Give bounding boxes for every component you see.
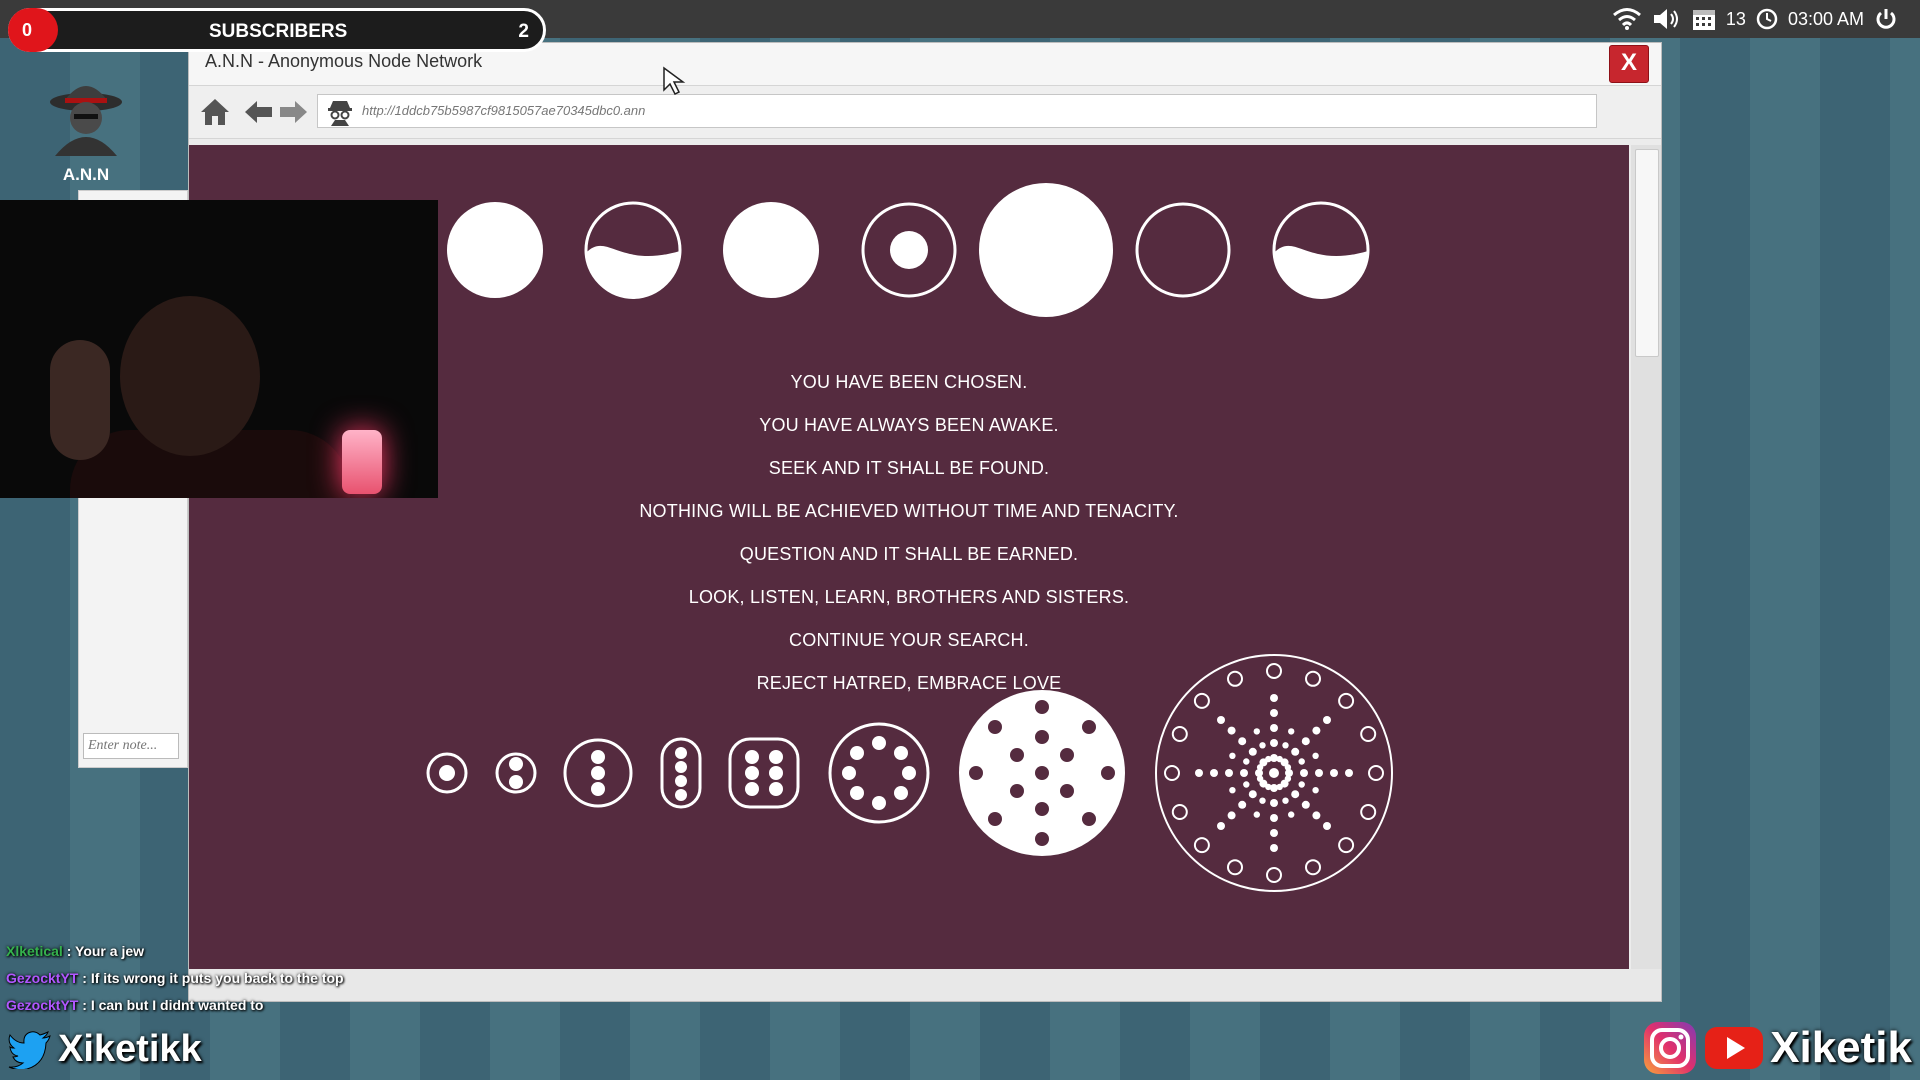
spy-icon	[328, 101, 352, 126]
dot-symbol-5	[728, 737, 800, 809]
hacker-avatar-icon	[50, 86, 122, 156]
chat-text: Your a jew	[75, 943, 145, 959]
message-line: QUESTION AND IT SHALL BE EARNED.	[739, 544, 1079, 564]
home-icon[interactable]	[199, 96, 231, 128]
dot-symbol-1	[426, 752, 468, 794]
window-title: A.N.N - Anonymous Node Network	[205, 51, 483, 71]
message-line: NOTHING WILL BE ACHIEVED WITHOUT TIME AN…	[639, 501, 1179, 521]
youtube-icon	[1705, 1027, 1764, 1069]
chat-username: Xlketical	[6, 943, 63, 959]
time-label[interactable]: 03:00 AM	[1788, 9, 1864, 30]
message-line: CONTINUE YOUR SEARCH.	[789, 630, 1029, 650]
social-handles-right: Xiketik	[1642, 1020, 1912, 1076]
close-button[interactable]: X	[1609, 45, 1649, 83]
subscriber-goal: 2	[518, 21, 529, 42]
browser-status-strip	[189, 969, 1661, 1001]
mouse-cursor-icon	[663, 66, 686, 96]
empty-ring-circle	[1135, 202, 1231, 298]
chat-username: GezocktYT	[6, 970, 79, 986]
forward-arrow-icon[interactable]	[277, 96, 309, 128]
app-label: A.N.N	[62, 165, 110, 184]
dot-symbol-6	[828, 722, 930, 824]
volume-icon[interactable]	[1652, 7, 1682, 31]
subscriber-count-badge: 0	[8, 8, 58, 52]
webcam-overlay	[0, 200, 438, 498]
ring-dot-circle	[861, 202, 957, 298]
subscriber-counter: 0 SUBSCRIBERS 2	[8, 8, 546, 52]
system-tray: 13 03:00 AM	[1612, 4, 1898, 34]
wifi-icon[interactable]	[1612, 7, 1642, 31]
twitter-handle: Xiketikk	[8, 1028, 202, 1071]
chat-message: Xlketical : Your a jew	[6, 943, 145, 959]
wave-circle-2	[1272, 201, 1370, 300]
clock-icon	[1756, 8, 1778, 30]
chat-text: If its wrong it puts you back to the top	[90, 970, 344, 986]
stream-chat: Xlketical : Your a jew GezocktYT : If it…	[6, 938, 344, 1019]
back-arrow-icon[interactable]	[243, 96, 275, 128]
note-input[interactable]	[83, 733, 179, 759]
large-full-circle	[979, 183, 1113, 317]
instagram-icon	[1644, 1022, 1697, 1074]
subscriber-label: SUBSCRIBERS	[209, 21, 348, 42]
browser-window: A.N.N - Anonymous Node Network X http://…	[188, 42, 1662, 1002]
url-text: http://1ddcb75b5987cf9815057ae70345dbc0.…	[362, 103, 646, 118]
webcam-person-face	[120, 296, 260, 456]
twitter-bird-icon	[8, 1030, 51, 1069]
dot-symbol-3	[563, 738, 633, 808]
wave-circle-1	[584, 201, 682, 299]
message-line: REJECT HATRED, EMBRACE LOVE	[756, 673, 1062, 693]
full-circle-2	[723, 202, 819, 298]
youtube-handle-text: Xiketik	[1770, 1023, 1912, 1072]
ann-desktop-icon[interactable]: A.N.N	[38, 78, 134, 185]
calendar-icon[interactable]	[1692, 7, 1716, 31]
browser-navbar: http://1ddcb75b5987cf9815057ae70345dbc0.…	[189, 86, 1661, 139]
chat-message: GezocktYT : I can but I didnt wanted to	[6, 997, 264, 1013]
chat-message: GezocktYT : If its wrong it puts you bac…	[6, 970, 344, 986]
full-circle-1	[447, 202, 543, 298]
webcam-person-hand	[50, 340, 110, 460]
date-label: 13	[1725, 8, 1746, 29]
scrollbar-thumb[interactable]	[1635, 149, 1659, 357]
page-scrollbar[interactable]	[1631, 145, 1661, 969]
webcam-lamp	[342, 430, 382, 494]
dot-symbol-4	[660, 737, 702, 809]
dot-symbol-2	[495, 752, 537, 794]
chat-username: GezocktYT	[6, 997, 79, 1013]
power-icon[interactable]	[1874, 7, 1898, 31]
chat-text: I can but I didnt wanted to	[90, 997, 264, 1013]
message-line: LOOK, LISTEN, LEARN, BROTHERS AND SISTER…	[688, 587, 1130, 607]
twitter-handle-text: Xiketikk	[58, 1028, 202, 1070]
address-bar[interactable]: http://1ddcb75b5987cf9815057ae70345dbc0.…	[317, 94, 1597, 128]
